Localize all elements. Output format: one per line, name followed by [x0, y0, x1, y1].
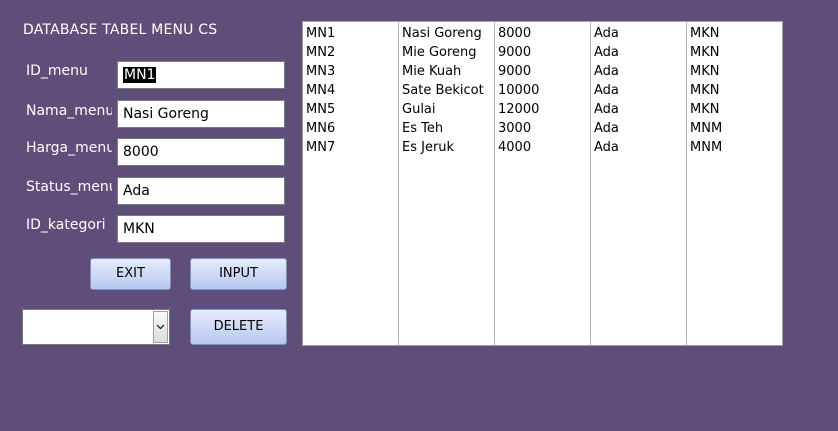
id-menu-field[interactable]: MN1	[117, 61, 285, 89]
table-cell[interactable]: MN2	[306, 43, 398, 62]
table-cell[interactable]: 3000	[498, 119, 590, 138]
id-menu-value: MN1	[123, 67, 157, 83]
table-cell[interactable]: MN5	[306, 100, 398, 119]
table-cell[interactable]: MKN	[690, 100, 782, 119]
table-cell[interactable]: Ada	[594, 81, 686, 100]
id-kategori-field[interactable]: MKN	[117, 215, 285, 243]
table-cell[interactable]: Ada	[594, 100, 686, 119]
table-cell[interactable]: Es Jeruk	[402, 138, 494, 157]
delete-button[interactable]: DELETE	[190, 309, 287, 345]
table-cell[interactable]: Sate Bekicot	[402, 81, 494, 100]
harga-menu-label: Harga_menu	[26, 140, 112, 156]
table-cell[interactable]: MN1	[306, 24, 398, 43]
table-cell[interactable]: MN7	[306, 138, 398, 157]
table-column-kategori: MKN MKN MKN MKN MKN MNM MNM	[687, 22, 782, 345]
table-cell[interactable]: Ada	[594, 138, 686, 157]
table-cell[interactable]: Mie Kuah	[402, 62, 494, 81]
app-title: DATABASE TABEL MENU CS	[23, 22, 218, 38]
id-kategori-label: ID_kategori	[26, 217, 106, 233]
table-cell[interactable]: MKN	[690, 24, 782, 43]
id-menu-label: ID_menu	[26, 63, 88, 79]
table-column-id: MN1 MN2 MN3 MN4 MN5 MN6 MN7	[303, 22, 399, 345]
table-cell[interactable]: MKN	[690, 43, 782, 62]
table-cell[interactable]: 9000	[498, 43, 590, 62]
table-cell[interactable]: 4000	[498, 138, 590, 157]
table-cell[interactable]: Nasi Goreng	[402, 24, 494, 43]
combo-selected-value	[23, 319, 27, 334]
table-cell[interactable]: Es Teh	[402, 119, 494, 138]
table-cell[interactable]: 12000	[498, 100, 590, 119]
harga-menu-field[interactable]: 8000	[117, 138, 285, 166]
table-cell[interactable]: MN4	[306, 81, 398, 100]
table-cell[interactable]: MNM	[690, 119, 782, 138]
table-cell[interactable]: Mie Goreng	[402, 43, 494, 62]
table-cell[interactable]: Ada	[594, 24, 686, 43]
table-cell[interactable]: 10000	[498, 81, 590, 100]
table-cell[interactable]: MKN	[690, 62, 782, 81]
menu-table[interactable]: MN1 MN2 MN3 MN4 MN5 MN6 MN7 Nasi Goreng Mie Gor…	[302, 21, 783, 346]
table-column-status: Ada Ada Ada Ada Ada Ada Ada	[591, 22, 687, 345]
input-button[interactable]: INPUT	[190, 258, 287, 290]
table-cell[interactable]: MN6	[306, 119, 398, 138]
table-cell[interactable]: 8000	[498, 24, 590, 43]
category-combo[interactable]	[22, 309, 170, 345]
table-cell[interactable]: Ada	[594, 62, 686, 81]
status-menu-label: Status_menu	[26, 179, 112, 195]
table-cell[interactable]: Ada	[594, 43, 686, 62]
combo-arrow-button[interactable]	[153, 311, 168, 343]
table-cell[interactable]: MKN	[690, 81, 782, 100]
table-cell[interactable]: Gulai	[402, 100, 494, 119]
nama-menu-field[interactable]: Nasi Goreng	[117, 100, 285, 128]
status-menu-field[interactable]: Ada	[117, 177, 285, 205]
table-cell[interactable]: 9000	[498, 62, 590, 81]
table-cell[interactable]: MN3	[306, 62, 398, 81]
table-cell[interactable]: MNM	[690, 138, 782, 157]
chevron-down-icon	[156, 324, 165, 330]
table-column-nama: Nasi Goreng Mie Goreng Mie Kuah Sate Bekico…	[399, 22, 495, 345]
table-column-harga: 8000 9000 9000 10000 12000 3000 4000	[495, 22, 591, 345]
nama-menu-label: Nama_menu	[26, 103, 112, 119]
table-cell[interactable]: Ada	[594, 119, 686, 138]
exit-button[interactable]: EXIT	[90, 258, 171, 290]
